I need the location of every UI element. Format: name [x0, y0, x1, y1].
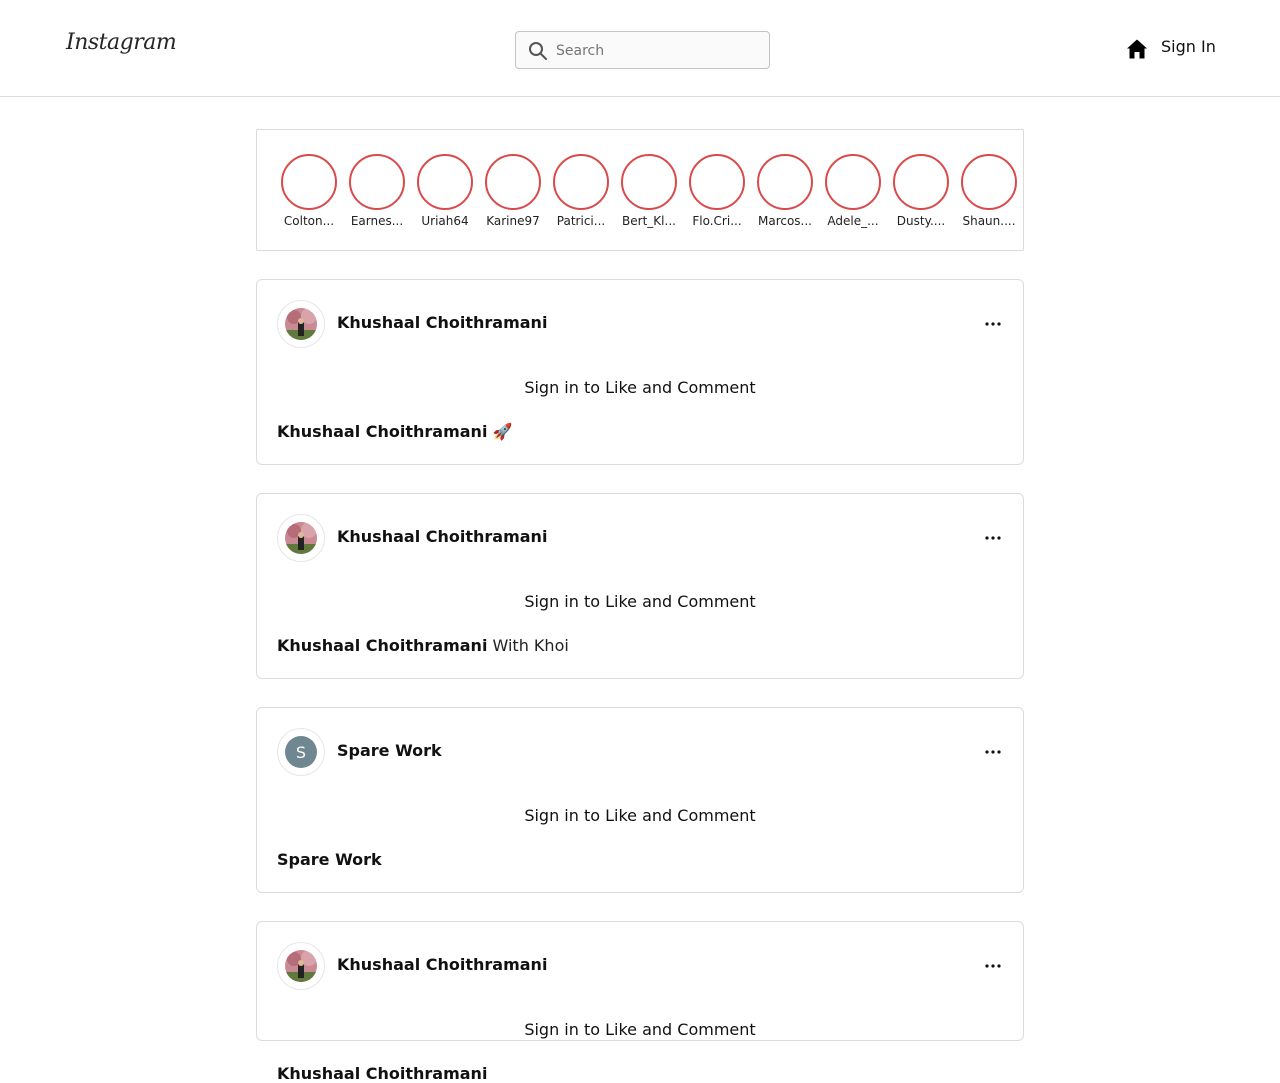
- story-item[interactable]: Karine97: [484, 154, 542, 228]
- letter-avatar: S: [285, 736, 317, 768]
- sign-in-link[interactable]: Sign In: [1161, 37, 1216, 56]
- post-caption: Spare Work: [277, 850, 382, 869]
- caption-text: With Khoi: [492, 636, 569, 655]
- caption-username[interactable]: Spare Work: [277, 850, 382, 869]
- post-card: S Spare Work Sign in to Like and Comment…: [256, 707, 1024, 893]
- avatar[interactable]: [277, 300, 325, 348]
- story-item[interactable]: Adele_...: [824, 154, 882, 228]
- caption-username[interactable]: Khushaal Choithramani: [277, 422, 487, 441]
- story-username: Flo.Cri...: [692, 214, 742, 228]
- story-item[interactable]: Marcos...: [756, 154, 814, 228]
- instagram-logo[interactable]: Instagram: [66, 30, 177, 55]
- stories-tray: Colton... Earnes... Uriah64 Karine97 Pat…: [256, 129, 1024, 251]
- story-ring: [825, 154, 881, 210]
- story-ring: [417, 154, 473, 210]
- story-username: Uriah64: [421, 214, 469, 228]
- top-navigation-bar: Instagram Sign In: [0, 0, 1280, 97]
- story-item[interactable]: Shaun....: [960, 154, 1018, 228]
- story-username: Bert_Kl...: [622, 214, 676, 228]
- signin-prompt: Sign in to Like and Comment: [524, 592, 756, 611]
- profile-photo: [285, 950, 317, 982]
- story-ring: [961, 154, 1017, 210]
- post-username[interactable]: Khushaal Choithramani: [337, 527, 547, 546]
- post-card: Khushaal Choithramani Sign in to Like an…: [256, 921, 1024, 1083]
- profile-photo: [285, 308, 317, 340]
- story-username: Shaun....: [962, 214, 1016, 228]
- story-username: Colton...: [283, 214, 335, 228]
- story-ring: [757, 154, 813, 210]
- home-icon[interactable]: [1126, 38, 1148, 60]
- post-username[interactable]: Khushaal Choithramani: [337, 955, 547, 974]
- signin-prompt: Sign in to Like and Comment: [524, 806, 756, 825]
- caption-text: 🚀: [492, 422, 513, 441]
- search-input[interactable]: [556, 40, 756, 62]
- post-card: Khushaal Choithramani Sign in to Like an…: [256, 279, 1024, 465]
- avatar[interactable]: S: [277, 728, 325, 776]
- search-icon: [529, 42, 547, 60]
- signin-prompt: Sign in to Like and Comment: [524, 1020, 756, 1039]
- more-options-icon[interactable]: [983, 744, 1003, 760]
- story-username: Marcos...: [757, 214, 812, 228]
- post-username[interactable]: Khushaal Choithramani: [337, 313, 547, 332]
- post-caption: Khushaal Choithramani With Khoi: [277, 636, 569, 655]
- post-caption: Khushaal Choithramani: [277, 1064, 487, 1083]
- story-item[interactable]: Earnes...: [348, 154, 406, 228]
- story-username: Karine97: [486, 214, 540, 228]
- story-item[interactable]: Patrici...: [552, 154, 610, 228]
- avatar[interactable]: [277, 514, 325, 562]
- more-options-icon[interactable]: [983, 958, 1003, 974]
- profile-photo: [285, 522, 317, 554]
- more-options-icon[interactable]: [983, 316, 1003, 332]
- caption-username[interactable]: Khushaal Choithramani: [277, 1064, 487, 1083]
- avatar[interactable]: [277, 942, 325, 990]
- story-ring: [553, 154, 609, 210]
- story-item[interactable]: Uriah64: [416, 154, 474, 228]
- story-ring: [485, 154, 541, 210]
- more-options-icon[interactable]: [983, 530, 1003, 546]
- story-username: Dusty....: [896, 214, 946, 228]
- story-ring: [349, 154, 405, 210]
- story-item[interactable]: Flo.Cri...: [688, 154, 746, 228]
- story-ring: [893, 154, 949, 210]
- search-box[interactable]: [515, 31, 770, 69]
- story-item[interactable]: Bert_Kl...: [620, 154, 678, 228]
- story-ring: [281, 154, 337, 210]
- story-ring: [621, 154, 677, 210]
- story-item[interactable]: Dusty....: [892, 154, 950, 228]
- post-caption: Khushaal Choithramani 🚀: [277, 422, 512, 441]
- story-ring: [689, 154, 745, 210]
- post-card: Khushaal Choithramani Sign in to Like an…: [256, 493, 1024, 679]
- signin-prompt: Sign in to Like and Comment: [524, 378, 756, 397]
- story-username: Earnes...: [350, 214, 404, 228]
- caption-username[interactable]: Khushaal Choithramani: [277, 636, 487, 655]
- story-username: Patrici...: [556, 214, 606, 228]
- story-username: Adele_...: [827, 214, 879, 228]
- post-username[interactable]: Spare Work: [337, 741, 442, 760]
- story-item[interactable]: Colton...: [280, 154, 338, 228]
